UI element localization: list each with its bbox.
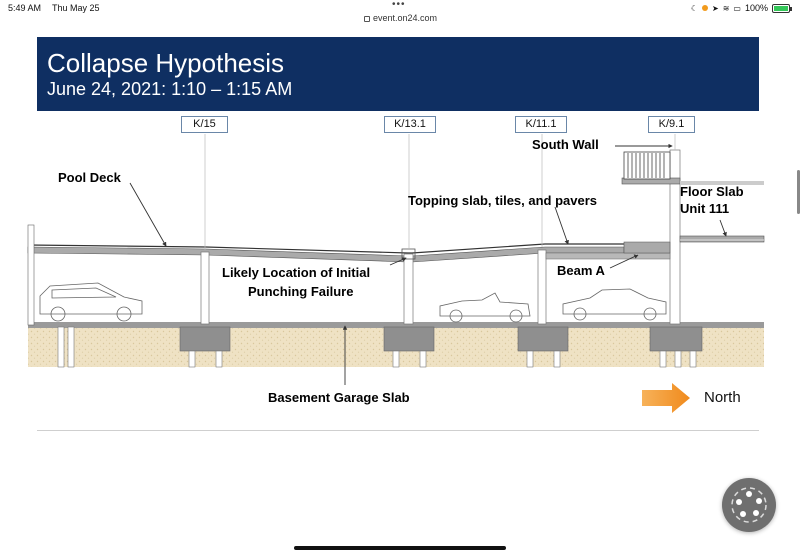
label-topping-slab: Topping slab, tiles, and pavers (408, 193, 598, 208)
label-unit-111: Unit 111 (680, 201, 730, 216)
floating-menu-icon (731, 487, 767, 523)
beam-a (545, 252, 671, 260)
structural-cross-section (27, 134, 765, 413)
car-suv (39, 282, 143, 322)
floor-slab-unit-111 (679, 235, 765, 243)
label-south-wall: South Wall (532, 137, 599, 152)
home-indicator[interactable] (294, 546, 506, 550)
car-sedan (562, 288, 667, 321)
label-punching-failure-line1: Likely Location of Initial (222, 265, 371, 280)
floating-menu-button[interactable] (722, 478, 776, 532)
column-tag-k11-1: K/11.1 (515, 116, 567, 133)
north-arrow-icon (642, 383, 690, 413)
left-wall (27, 224, 35, 326)
label-beam-a: Beam A (557, 263, 605, 278)
building-step (623, 241, 671, 254)
column-tag-k13-1: K/13.1 (384, 116, 436, 133)
column-tag-k15: K/15 (181, 116, 228, 133)
car-convertible (439, 292, 531, 323)
label-basement-garage-slab: Basement Garage Slab (268, 390, 410, 405)
balcony-railing (623, 151, 671, 180)
pool-deck-slab (27, 246, 625, 263)
column-tag-k9-1: K/9.1 (648, 116, 695, 133)
label-floor-slab: Floor Slab (680, 184, 744, 199)
north-label: North (704, 389, 741, 406)
label-pool-deck: Pool Deck (58, 170, 121, 185)
label-punching-failure-line2: Punching Failure (248, 284, 354, 299)
